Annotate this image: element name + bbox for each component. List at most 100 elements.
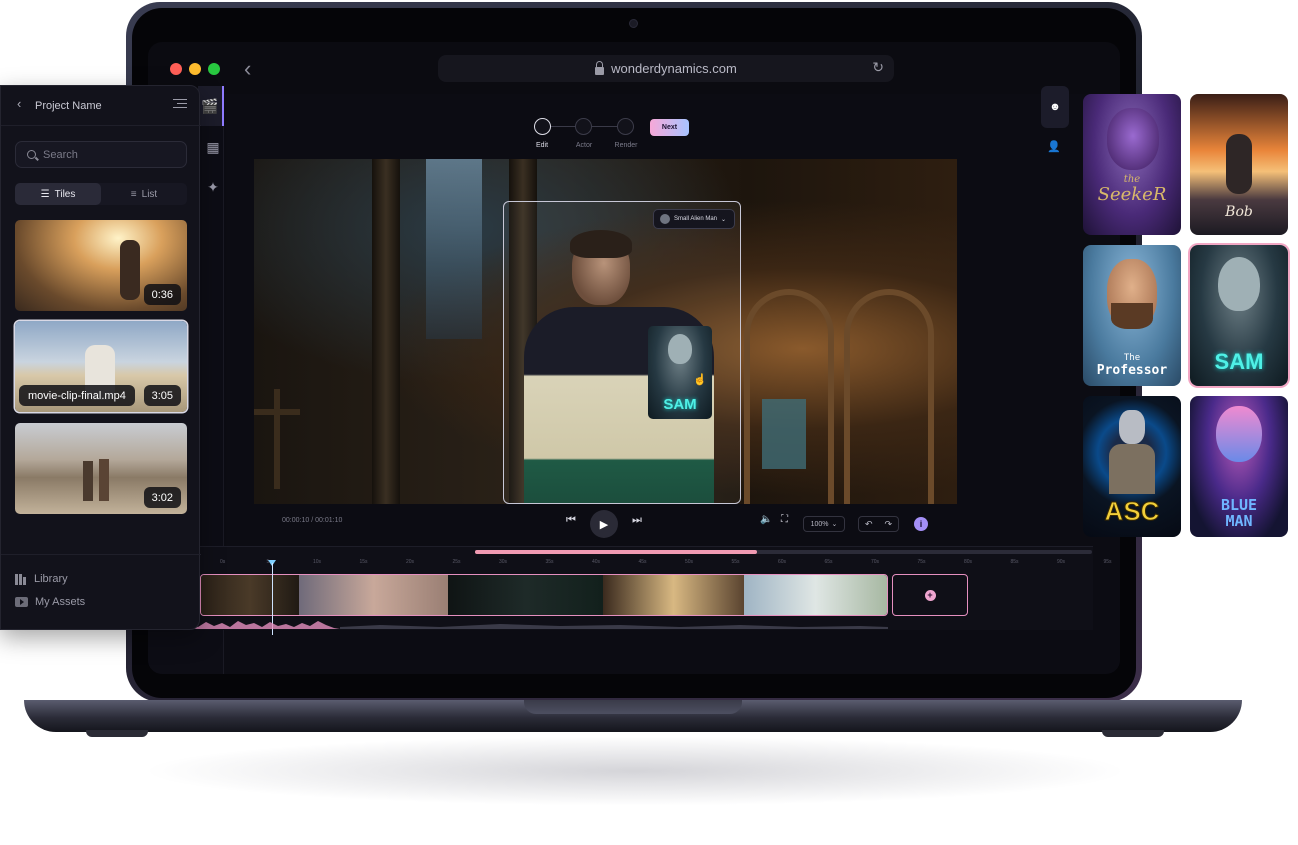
add-actor-icon[interactable]: 👤 [1047,140,1061,153]
search-placeholder: Search [43,148,78,161]
step-actor-dot[interactable] [575,118,592,135]
next-button[interactable]: Next [650,119,689,136]
character-card[interactable]: Bob [1190,94,1288,235]
laptop-screen: ‹ wonderdynamics.com ↻ 🎬 ▦ ✦ Edit Actor … [148,42,1120,674]
browser-back-icon[interactable]: ‹ [244,56,251,82]
character-tool-icon[interactable]: ☻ [1041,86,1069,128]
character-name: SAM [1214,349,1264,374]
back-chevron-icon[interactable]: ‹ [17,96,21,111]
list-view-button[interactable]: ≡ List [101,183,187,205]
character-card[interactable]: BLUE MAN [1190,396,1288,537]
view-toggle: ☰ Tiles ≡ List [15,183,187,205]
minimize-window-button[interactable] [189,63,201,75]
ruler-tick-label: 40s [592,559,601,565]
maximize-window-button[interactable] [208,63,220,75]
magic-wand-icon[interactable]: ✦ [202,176,224,198]
close-window-button[interactable] [170,63,182,75]
info-icon[interactable]: i [914,517,928,531]
timeline-clip[interactable] [744,575,887,615]
scene-window [762,399,806,469]
zoom-dropdown[interactable]: 100% ⌄ [803,516,845,532]
project-header: ‹ Project Name [1,86,201,126]
timeline-scrollbar[interactable] [475,550,1092,554]
library-link[interactable]: Library [15,573,68,585]
search-input[interactable]: Search [15,141,187,168]
scene-pillar [372,159,400,504]
scenes-tool-icon[interactable]: 🎬 [198,86,224,126]
layout-tool-icon[interactable]: ▦ [202,136,224,158]
actor-hair [570,230,632,258]
redo-icon[interactable]: ↷ [884,519,892,530]
character-avatar-icon [660,214,670,224]
menu-icon[interactable] [173,99,187,110]
character-portrait [1226,134,1252,194]
character-card[interactable]: ASC [1083,396,1181,537]
scene-stained-glass [426,159,482,339]
clip-figure [83,461,93,501]
timeline-scroll-thumb[interactable] [475,550,757,554]
video-assets-icon [15,597,28,607]
timeline-clip[interactable] [448,575,603,615]
character-card[interactable]: the SeekeR [1083,94,1181,235]
step-render-dot[interactable] [617,118,634,135]
ruler-tick-label: 85s [1010,559,1019,565]
library-icon [15,573,27,585]
editor-app: 🎬 ▦ ✦ Edit Actor Render Next Small Alien… [148,86,1120,674]
character-body [1109,444,1155,494]
add-clip-button[interactable]: + [892,574,968,616]
character-name: Professor [1096,363,1168,378]
character-name: SeekeR [1097,184,1167,205]
ruler-tick-label: 75s [917,559,926,565]
step-render-label: Render [614,142,638,149]
fullscreen-icon[interactable]: ⛶ [781,514,788,525]
timeline-clip[interactable] [201,575,299,615]
character-name-top: The [1123,353,1141,363]
dragged-card-label: SAM [663,396,697,413]
clip-figure [99,459,109,501]
clip-track[interactable] [200,574,888,616]
laptop-foot-left [86,730,148,737]
timeline-clip[interactable] [298,575,449,615]
step-connector [592,126,617,127]
clip-tile-selected[interactable]: movie-clip-final.mp4 3:05 [15,321,187,412]
video-preview[interactable]: Small Alien Man ⌄ SAM ☝ [254,159,957,504]
scene-arch [744,289,834,504]
ruler-tick-label: 20s [406,559,415,565]
step-edit-dot[interactable] [534,118,551,135]
character-card-selected[interactable]: SAM [1190,245,1288,386]
step-actor-label: Actor [575,142,593,149]
character-card[interactable]: The Professor [1083,245,1181,386]
current-time: 00:00:10 [282,517,310,524]
clip-tile[interactable]: 3:02 [15,423,187,514]
right-tool-rail: ☻ 👤 [1041,86,1069,674]
ruler-tick-label: 95s [1103,559,1112,565]
tiles-view-button[interactable]: ☰ Tiles [15,183,101,205]
character-name: ASC [1104,496,1160,527]
undo-icon[interactable]: ↶ [865,519,873,530]
timeline[interactable]: 0s 5s 10s 15s 20s 25s 30s 35s 40s 45s 50s 55s 60s 65s… [180,546,1112,635]
actor-select-label: Small Alien Man [674,216,718,222]
volume-icon[interactable]: 🔈 [760,514,772,525]
ruler-tick-label: 10s [313,559,322,565]
my-assets-link[interactable]: My Assets [15,596,85,608]
dragged-character-card[interactable]: SAM ☝ [648,326,712,419]
laptop-foot-right [1102,730,1164,737]
project-name: Project Name [35,100,102,112]
actor-character-dropdown[interactable]: Small Alien Man ⌄ [653,209,735,229]
play-icon: ▶ [599,518,609,531]
list-icon: ≡ [130,188,137,200]
ruler-tick-label: 50s [685,559,694,565]
clip-tile[interactable]: 0:36 [15,220,187,311]
skip-back-icon[interactable]: ⏮ [566,514,576,527]
play-button[interactable]: ▶ [590,510,618,538]
lock-icon [595,60,605,75]
character-beard [1111,303,1153,329]
reload-icon[interactable]: ↻ [872,59,884,76]
clip-figure [120,240,140,300]
address-bar[interactable]: wonderdynamics.com ↻ [438,55,894,82]
alien-head [668,334,692,364]
timeline-clip[interactable] [602,575,745,615]
laptop-shadow [140,736,1130,806]
tiles-icon: ☰ [40,188,50,200]
skip-forward-icon[interactable]: ⏭ [632,514,642,527]
